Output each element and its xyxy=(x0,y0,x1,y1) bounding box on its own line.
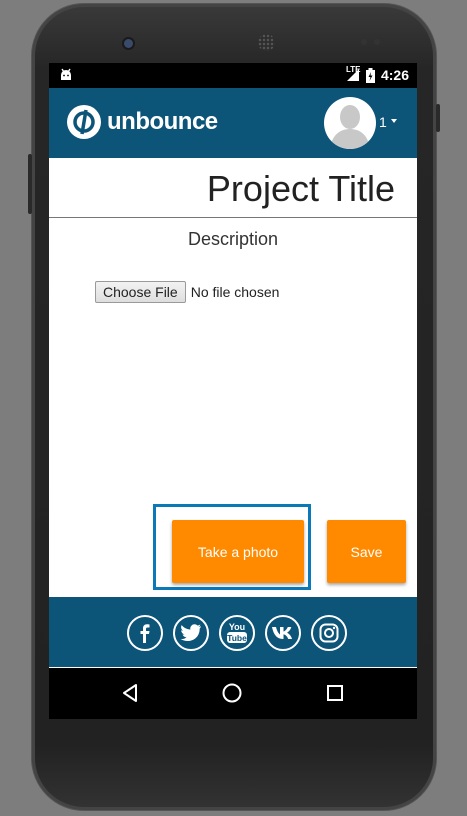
brand-logo[interactable]: unbounce xyxy=(67,105,218,139)
navigation-bar xyxy=(49,668,417,719)
take-photo-button[interactable]: Take a photo xyxy=(172,520,304,583)
brand-name: unbounce xyxy=(107,108,218,135)
screen: LTE 4:26 unbounce 1 Project Title Descri… xyxy=(49,63,417,719)
battery-icon xyxy=(365,67,375,83)
twitter-icon[interactable] xyxy=(173,615,209,651)
app-bar: unbounce 1 xyxy=(49,88,417,158)
proximity-sensor xyxy=(361,39,367,45)
file-status: No file chosen xyxy=(190,284,280,300)
unbounce-logo-icon xyxy=(67,105,101,139)
page-title: Project Title xyxy=(206,168,395,209)
instagram-icon[interactable] xyxy=(311,615,347,651)
earpiece-speaker xyxy=(258,34,275,51)
youtube-icon[interactable]: You Tube xyxy=(219,615,255,651)
avatar-count: 1 xyxy=(379,114,387,130)
light-sensor xyxy=(374,39,380,45)
network-type: LTE xyxy=(345,65,361,74)
power-button xyxy=(436,104,440,132)
vk-icon[interactable] xyxy=(265,615,301,651)
back-icon[interactable] xyxy=(119,682,141,704)
choose-file-button[interactable]: Choose File xyxy=(95,281,186,303)
dropdown-caret-icon[interactable] xyxy=(391,119,397,123)
social-footer: You Tube xyxy=(49,597,417,667)
volume-button xyxy=(28,154,32,214)
signal-icon: LTE xyxy=(345,65,361,82)
save-button[interactable]: Save xyxy=(327,520,406,583)
recents-icon[interactable] xyxy=(324,682,346,704)
svg-text:Tube: Tube xyxy=(227,633,247,643)
user-silhouette-icon xyxy=(330,105,370,149)
facebook-icon[interactable] xyxy=(127,615,163,651)
status-bar: LTE 4:26 xyxy=(49,63,417,88)
description-label: Description xyxy=(187,229,279,249)
android-icon xyxy=(61,68,71,80)
title-divider xyxy=(49,217,417,218)
front-camera xyxy=(124,39,133,48)
svg-text:You: You xyxy=(229,622,245,632)
clock: 4:26 xyxy=(380,67,409,83)
home-icon[interactable] xyxy=(221,682,243,704)
avatar[interactable] xyxy=(324,97,376,149)
file-input: Choose File No file chosen xyxy=(95,281,279,303)
